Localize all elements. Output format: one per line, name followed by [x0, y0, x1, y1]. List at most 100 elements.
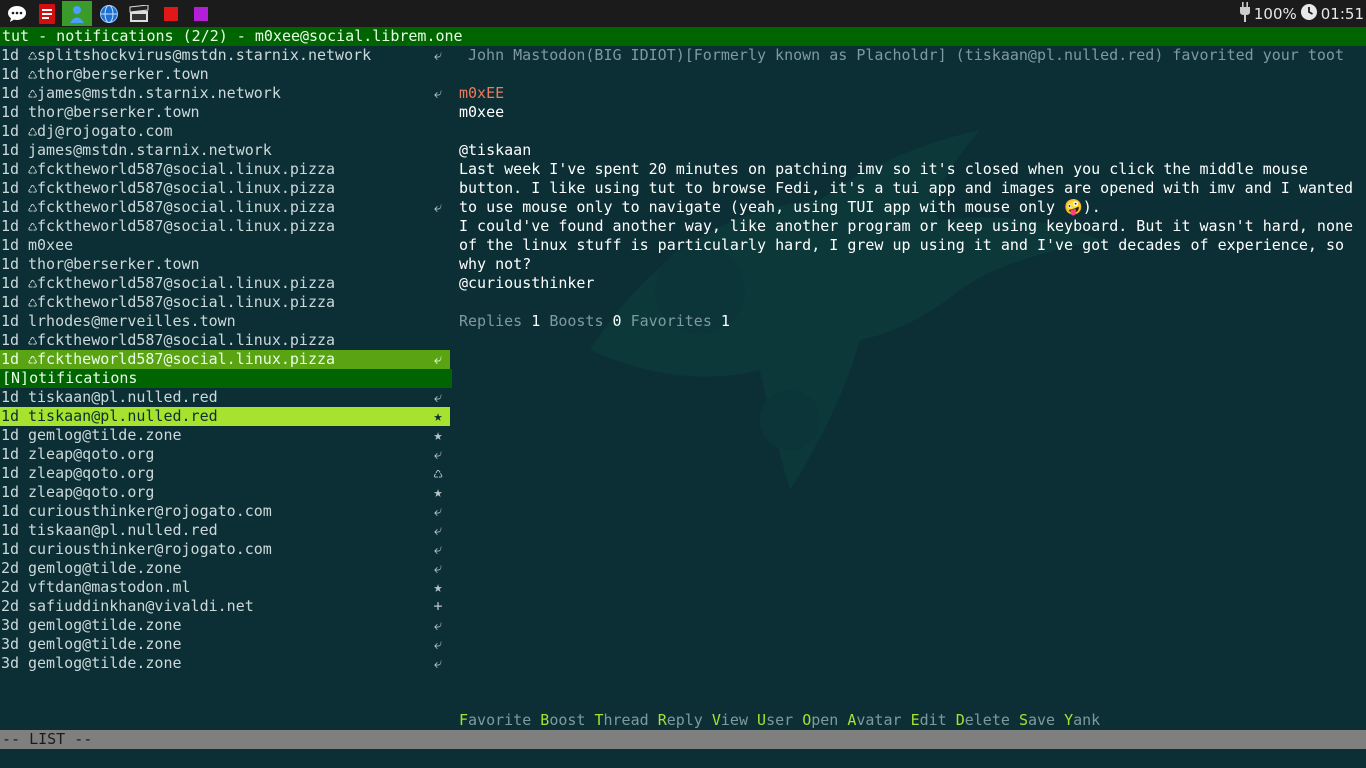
action-label: elete	[964, 711, 1010, 729]
action-save[interactable]: Save	[1019, 711, 1055, 729]
item-age: 1d	[1, 255, 20, 273]
timeline-item[interactable]: 1d ♺thor@berserker.town	[0, 65, 450, 84]
boost-icon: ♺	[28, 46, 38, 64]
notifications-pane-header[interactable]: [N]otifications	[0, 369, 452, 388]
action-favorite[interactable]: Favorite	[459, 711, 531, 729]
notification-item[interactable]: 1d tiskaan@pl.nulled.red ★	[0, 407, 450, 426]
video-clapper-icon[interactable]	[124, 1, 154, 26]
action-thread[interactable]: Thread	[594, 711, 648, 729]
item-age: 1d	[1, 521, 20, 539]
action-reply[interactable]: Reply	[658, 711, 703, 729]
chat-icon[interactable]	[2, 1, 32, 26]
action-label: hread	[603, 711, 649, 729]
reply-icon: ⤶	[433, 46, 443, 64]
timeline-item[interactable]: 1d thor@berserker.town	[0, 255, 450, 274]
reply-icon: ⤶	[433, 521, 443, 539]
toot-body-line: I could've found another way, like anoth…	[459, 217, 1354, 235]
notification-item[interactable]: 2d safiuddinkhan@vivaldi.net +	[0, 597, 450, 616]
timeline-item[interactable]: 1d james@mstdn.starnix.network	[0, 141, 450, 160]
author-username[interactable]: m0xee	[459, 103, 1359, 122]
item-age: 2d	[1, 597, 20, 615]
timeline-item[interactable]: 1d ♺splitshockvirus@mstdn.starnix.network…	[0, 46, 450, 65]
action-avatar[interactable]: Avatar	[847, 711, 901, 729]
browser-globe-icon[interactable]	[94, 1, 124, 26]
toot-body-line: @curiousthinker	[459, 274, 595, 292]
timeline-item[interactable]: 1d ♺fcktheworld587@social.linux.pizza	[0, 274, 450, 293]
timeline-item[interactable]: 1d ♺fcktheworld587@social.linux.pizza ⤶	[0, 198, 450, 217]
action-yank[interactable]: Yank	[1064, 711, 1100, 729]
reply-icon: ⤶	[433, 502, 443, 520]
author-display-name[interactable]: m0xEE	[459, 84, 1359, 103]
notification-item[interactable]: 2d gemlog@tilde.zone ⤶	[0, 559, 450, 578]
action-delete[interactable]: Delete	[956, 711, 1010, 729]
notification-item[interactable]: 1d tiskaan@pl.nulled.red ⤶	[0, 388, 450, 407]
timeline-item[interactable]: 1d ♺fcktheworld587@social.linux.pizza	[0, 331, 450, 350]
item-account: fcktheworld587@social.linux.pizza	[37, 160, 336, 178]
item-account: zleap@qoto.org	[28, 464, 155, 482]
timeline-item[interactable]: 1d lrhodes@merveilles.town	[0, 312, 450, 331]
action-edit[interactable]: Edit	[911, 711, 947, 729]
toot-body: Last week I've spent 20 minutes on patch…	[459, 160, 1359, 293]
notification-item[interactable]: 2d vftdan@mastodon.ml ★	[0, 578, 450, 597]
replies-count: 1	[531, 312, 541, 330]
timeline-item[interactable]: 1d ♺dj@rojogato.com	[0, 122, 450, 141]
notification-summary: John Mastodon(BIG IDIOT)[Formerly known …	[468, 46, 1344, 64]
notification-item[interactable]: 1d zleap@qoto.org ⤶	[0, 445, 450, 464]
action-view[interactable]: View	[712, 711, 748, 729]
action-user[interactable]: User	[757, 711, 793, 729]
action-hotkey: S	[1018, 711, 1028, 729]
red-app-icon[interactable]	[156, 1, 186, 26]
action-label: dit	[919, 711, 947, 729]
action-hotkey: R	[657, 711, 667, 729]
boost-icon: ♺	[28, 198, 38, 216]
item-account: gemlog@tilde.zone	[28, 426, 182, 444]
timeline-item[interactable]: 1d ♺fcktheworld587@social.linux.pizza	[0, 293, 450, 312]
item-account: tiskaan@pl.nulled.red	[28, 521, 218, 539]
action-hotkey: F	[459, 711, 469, 729]
item-account: tiskaan@pl.nulled.red	[28, 388, 218, 406]
item-age: 2d	[1, 559, 20, 577]
notification-item[interactable]: 3d gemlog@tilde.zone ⤶	[0, 635, 450, 654]
notification-item[interactable]: 1d curiousthinker@rojogato.com ⤶	[0, 502, 450, 521]
action-boost[interactable]: Boost	[540, 711, 585, 729]
notification-item[interactable]: 1d gemlog@tilde.zone ★	[0, 426, 450, 445]
battery-level: 100%	[1253, 4, 1297, 23]
item-account: dj@rojogato.com	[37, 122, 173, 140]
reply-icon: ⤶	[433, 616, 443, 634]
item-age: 1d	[1, 445, 20, 463]
purple-app-icon[interactable]	[186, 1, 216, 26]
item-age: 1d	[1, 426, 20, 444]
timeline-item[interactable]: 1d ♺fcktheworld587@social.linux.pizza	[0, 217, 450, 236]
reply-icon: ⤶	[433, 654, 443, 672]
pdf-reader-icon[interactable]	[32, 1, 62, 26]
item-age: 1d	[1, 293, 20, 311]
item-age: 3d	[1, 635, 20, 653]
action-open[interactable]: Open	[802, 711, 838, 729]
notification-item[interactable]: 1d zleap@qoto.org ♺	[0, 464, 450, 483]
follow-plus-icon: +	[433, 597, 443, 615]
toot-body-line: Last week I've spent 20 minutes on patch…	[459, 160, 1308, 178]
timeline-item[interactable]: 1d ♺fcktheworld587@social.linux.pizza	[0, 179, 450, 198]
timeline-item[interactable]: 1d ♺james@mstdn.starnix.network ⤶	[0, 84, 450, 103]
timeline-item[interactable]: 1d ♺fcktheworld587@social.linux.pizza	[0, 160, 450, 179]
item-account: james@mstdn.starnix.network	[28, 141, 272, 159]
timeline-item[interactable]: 1d m0xee	[0, 236, 450, 255]
item-age: 1d	[1, 388, 20, 406]
action-label: ank	[1073, 711, 1101, 729]
notification-item[interactable]: 3d gemlog@tilde.zone ⤶	[0, 654, 450, 673]
item-age: 1d	[1, 502, 20, 520]
notification-item[interactable]: 1d tiskaan@pl.nulled.red ⤶	[0, 521, 450, 540]
action-hotkey: O	[802, 711, 812, 729]
timeline-item[interactable]: 1d thor@berserker.town	[0, 103, 450, 122]
timeline-item[interactable]: 1d ♺fcktheworld587@social.linux.pizza ⤶	[0, 350, 450, 369]
item-age: 1d	[1, 274, 20, 292]
action-hotkey: U	[757, 711, 767, 729]
notification-item[interactable]: 1d curiousthinker@rojogato.com ⤶	[0, 540, 450, 559]
notification-item[interactable]: 1d zleap@qoto.org ★	[0, 483, 450, 502]
item-age: 3d	[1, 654, 20, 672]
tut-app-icon[interactable]	[62, 1, 92, 26]
action-hotkey: E	[910, 711, 920, 729]
notification-item[interactable]: 3d gemlog@tilde.zone ⤶	[0, 616, 450, 635]
mention-link[interactable]: @tiskaan	[459, 141, 1359, 160]
reply-icon: ⤶	[433, 388, 443, 406]
